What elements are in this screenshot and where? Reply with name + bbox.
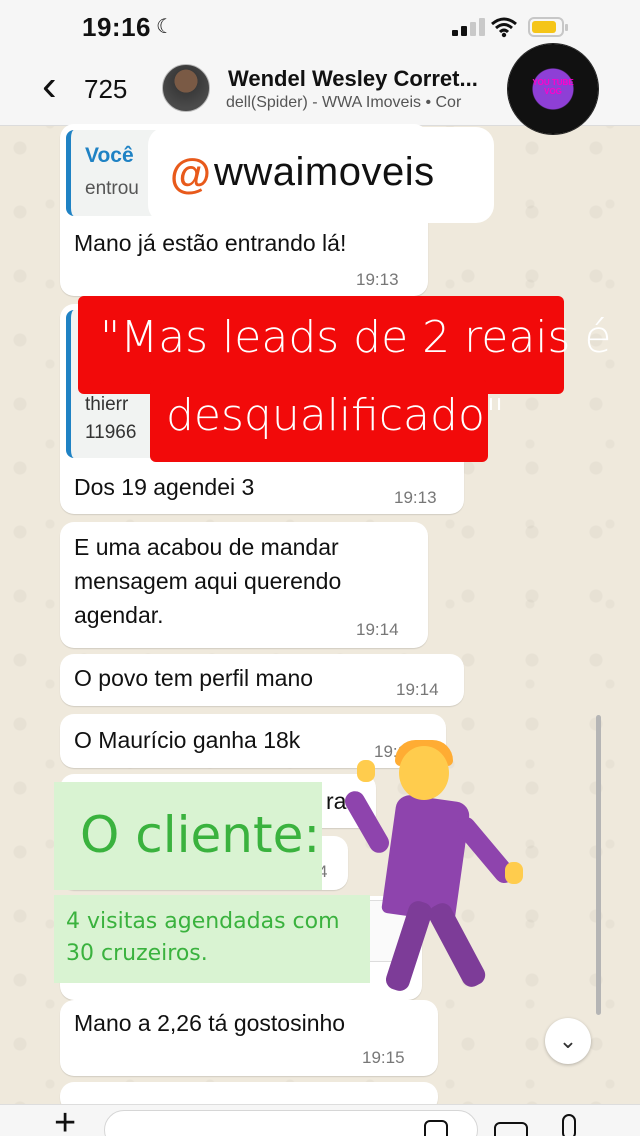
battery-icon <box>528 17 568 37</box>
message-text: E uma acabou de mandar <box>74 534 339 560</box>
green-caption-title: O cliente: <box>80 806 321 864</box>
moon-icon: ☾ <box>156 16 174 38</box>
red-caption-line: "Mas leads de 2 reais é <box>100 312 612 363</box>
sticker-icon[interactable] <box>424 1120 448 1136</box>
red-caption-line: desqualificado" <box>166 390 506 441</box>
message-time: 19:13 <box>394 488 437 507</box>
message-input[interactable] <box>104 1110 478 1136</box>
message-time: 19:15 <box>362 1048 405 1067</box>
message-text: mensagem aqui querendo <box>74 568 342 594</box>
threads-handle-text: wwaimoveis <box>214 150 435 194</box>
quote-text: thierr <box>85 394 129 415</box>
battery-level <box>532 21 556 33</box>
message-time: 19:14 <box>356 620 399 639</box>
cellular-signal-icon <box>452 18 486 36</box>
microphone-icon[interactable] <box>562 1114 576 1136</box>
message-text: Dos 19 agendei 3 <box>74 474 255 500</box>
threads-logo-icon: @ <box>170 150 211 197</box>
message-time: 19:14 <box>396 680 439 699</box>
message-text: Mano a 2,26 tá gostosinho <box>74 1010 346 1036</box>
message-time: 19:13 <box>356 270 399 289</box>
message-text: O povo tem perfil mano <box>74 665 314 691</box>
scrollbar[interactable] <box>596 715 601 1015</box>
contact-subtitle: dell(Spider) - WWA Imoveis • Cor <box>226 94 462 111</box>
dancing-man-emoji-icon <box>341 740 545 995</box>
status-time: 19:16 <box>82 12 151 42</box>
message-text: O Maurício ganha 18k <box>74 727 301 753</box>
green-caption-text: 4 visitas agendadas com 30 cruzeiros. <box>66 909 340 966</box>
plus-icon[interactable]: + <box>54 1104 76 1136</box>
camera-icon[interactable] <box>494 1122 528 1136</box>
quote-text: 11966 <box>85 422 137 443</box>
back-chevron-icon[interactable]: ‹ <box>42 64 57 108</box>
quote-author: Você <box>85 144 134 167</box>
vinyl-logo-text: YOU TUBE VOG <box>532 78 574 96</box>
unread-count[interactable]: 725 <box>84 74 127 105</box>
contact-avatar[interactable] <box>162 64 210 112</box>
scroll-down-icon[interactable]: ⌄ <box>545 1018 591 1064</box>
wifi-icon <box>491 17 517 38</box>
message-text: Mano já estão entrando lá! <box>74 230 347 256</box>
contact-name[interactable]: Wendel Wesley Corret... <box>228 66 518 92</box>
quote-text: entrou <box>85 178 139 199</box>
message-text: agendar. <box>74 602 164 628</box>
